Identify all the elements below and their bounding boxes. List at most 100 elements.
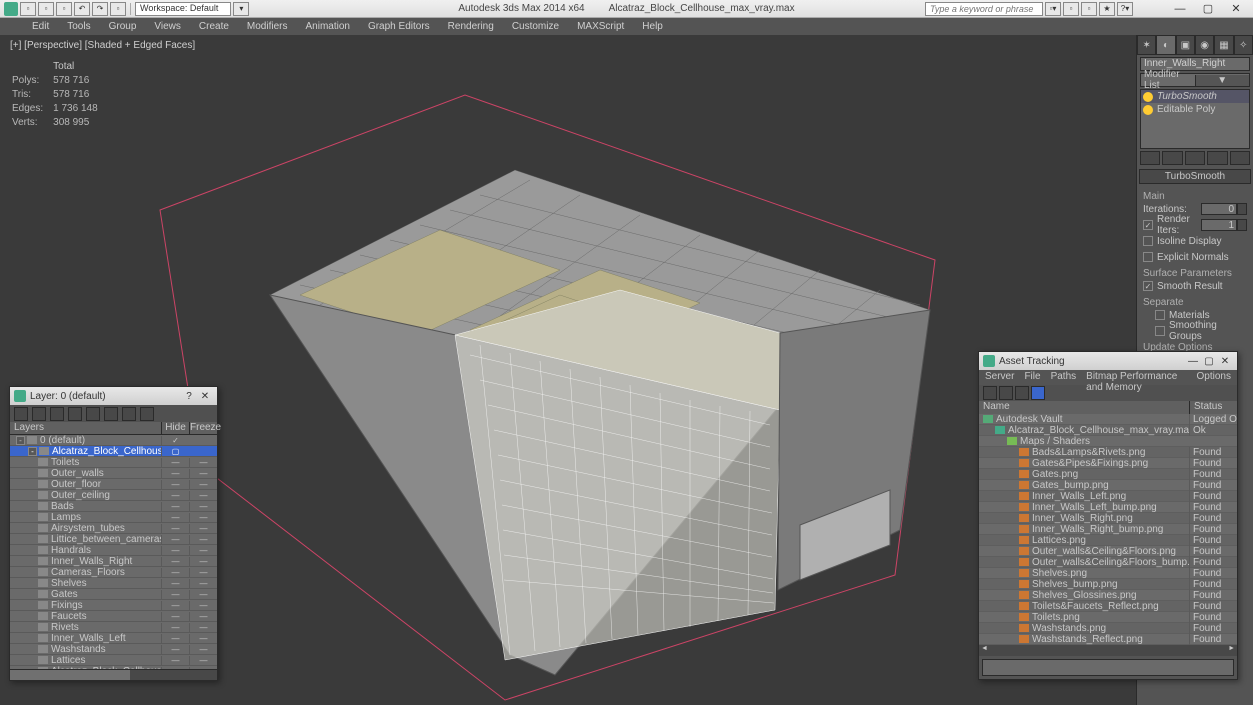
layer-row[interactable]: Handrals—— (10, 545, 217, 556)
window-maximize[interactable]: ▢ (1195, 2, 1221, 16)
layer-row[interactable]: Fixings—— (10, 600, 217, 611)
stack-pin[interactable] (1140, 151, 1160, 165)
asset-maximize[interactable]: ▢ (1201, 356, 1217, 367)
menu-graph-editors[interactable]: Graph Editors (360, 19, 438, 34)
menu-animation[interactable]: Animation (297, 19, 357, 34)
menu-modifiers[interactable]: Modifiers (239, 19, 296, 34)
layer-tool-8[interactable] (140, 407, 154, 421)
layer-tool-1[interactable] (14, 407, 28, 421)
layer-tool-6[interactable] (104, 407, 118, 421)
menu-edit[interactable]: Edit (24, 19, 57, 34)
menu-group[interactable]: Group (101, 19, 145, 34)
asset-row[interactable]: Shelves_bump.pngFound (979, 579, 1237, 590)
modifier-stack[interactable]: TurboSmoothEditable Poly (1140, 89, 1250, 149)
asset-row[interactable]: Gates_bump.pngFound (979, 480, 1237, 491)
stack-show[interactable] (1162, 151, 1182, 165)
qat-link[interactable]: ▫ (110, 2, 126, 16)
layer-row[interactable]: Inner_Walls_Right—— (10, 556, 217, 567)
asset-row[interactable]: Gates&Pipes&Fixings.pngFound (979, 458, 1237, 469)
help-dropdown[interactable]: ▫▾ (1045, 2, 1061, 16)
menu-maxscript[interactable]: MAXScript (569, 19, 632, 34)
asset-menu-server[interactable]: Server (985, 371, 1014, 384)
qat-open[interactable]: ▫ (38, 2, 54, 16)
asset-close[interactable]: ✕ (1217, 356, 1233, 367)
qat-redo[interactable]: ↷ (92, 2, 108, 16)
asset-menu-bitmap-performance-and-memory[interactable]: Bitmap Performance and Memory (1086, 371, 1186, 384)
qat-undo[interactable]: ↶ (74, 2, 90, 16)
layer-row[interactable]: Rivets—— (10, 622, 217, 633)
asset-row[interactable]: Outer_walls&Ceiling&Floors.pngFound (979, 546, 1237, 557)
layer-col-freeze[interactable]: Freeze (189, 422, 217, 434)
layer-tool-4[interactable] (68, 407, 82, 421)
layer-row[interactable]: Littice_between_cameras—— (10, 534, 217, 545)
materials-checkbox[interactable] (1155, 310, 1165, 320)
layer-tool-5[interactable] (86, 407, 100, 421)
tab-motion[interactable]: ◉ (1195, 35, 1214, 55)
tab-modify[interactable]: ◐ (1156, 35, 1175, 55)
asset-row[interactable]: Autodesk VaultLogged O (979, 414, 1237, 425)
layer-dialog-help[interactable]: ? (181, 391, 197, 402)
layer-dialog-close[interactable]: ✕ (197, 391, 213, 402)
layer-row[interactable]: Lattices—— (10, 655, 217, 666)
layer-row[interactable]: Washstands—— (10, 644, 217, 655)
asset-row[interactable]: Gates.pngFound (979, 469, 1237, 480)
layer-row[interactable]: Cameras_Floors—— (10, 567, 217, 578)
layer-row[interactable]: Inner_Walls_Left—— (10, 633, 217, 644)
layer-list[interactable]: -0 (default)✓-Alcatraz_Block_Cellhouse▢T… (10, 435, 217, 669)
render-iters-spinner[interactable]: 1 (1201, 219, 1237, 231)
smoothing-groups-checkbox[interactable] (1155, 326, 1165, 336)
layer-hscroll[interactable] (10, 669, 217, 680)
asset-menu-options[interactable]: Options (1197, 371, 1231, 384)
mod-editable-poly[interactable]: Editable Poly (1141, 103, 1249, 116)
asset-row[interactable]: Shelves_Glossines.pngFound (979, 590, 1237, 601)
layer-row[interactable]: Faucets—— (10, 611, 217, 622)
layer-col-hide[interactable]: Hide (161, 422, 189, 434)
layer-row[interactable]: Lamps—— (10, 512, 217, 523)
mod-turbosmooth[interactable]: TurboSmooth (1141, 90, 1249, 103)
isoline-checkbox[interactable] (1143, 236, 1153, 246)
asset-tool-4[interactable] (1031, 386, 1045, 400)
asset-tool-1[interactable] (983, 386, 997, 400)
asset-menu-paths[interactable]: Paths (1051, 371, 1077, 384)
asset-list[interactable]: Autodesk VaultLogged OAlcatraz_Block_Cel… (979, 414, 1237, 645)
asset-row[interactable]: Inner_Walls_Left_bump.pngFound (979, 502, 1237, 513)
tab-display[interactable]: ▦ (1214, 35, 1233, 55)
qat-save[interactable]: ▫ (56, 2, 72, 16)
infocenter-star[interactable]: ★ (1099, 2, 1115, 16)
asset-row[interactable]: Toilets.pngFound (979, 612, 1237, 623)
rollout-turbosmooth-header[interactable]: TurboSmooth (1139, 169, 1251, 184)
asset-row[interactable]: Toilets&Faucets_Reflect.pngFound (979, 601, 1237, 612)
layer-row[interactable]: -Alcatraz_Block_Cellhouse▢ (10, 446, 217, 457)
layer-row[interactable]: Outer_floor—— (10, 479, 217, 490)
iterations-spinner[interactable]: 0 (1201, 203, 1237, 215)
stack-remove[interactable] (1207, 151, 1227, 165)
asset-tool-2[interactable] (999, 386, 1013, 400)
render-iters-spin-arrows[interactable] (1237, 219, 1247, 231)
layer-row[interactable]: Airsystem_tubes—— (10, 523, 217, 534)
menu-rendering[interactable]: Rendering (440, 19, 502, 34)
layer-dialog[interactable]: Layer: 0 (default) ? ✕ Layers Hide Freez… (9, 386, 218, 681)
explicit-normals-checkbox[interactable] (1143, 252, 1153, 262)
asset-row[interactable]: Lattices.pngFound (979, 535, 1237, 546)
asset-menu-file[interactable]: File (1024, 371, 1040, 384)
workspace-dropdown[interactable]: ▾ (233, 2, 249, 16)
tab-create[interactable]: ✶ (1137, 35, 1156, 55)
layer-row[interactable]: Bads—— (10, 501, 217, 512)
workspace-selector[interactable]: Workspace: Default (135, 2, 231, 16)
asset-tool-3[interactable] (1015, 386, 1029, 400)
stack-config[interactable] (1230, 151, 1250, 165)
layer-row[interactable]: Toilets—— (10, 457, 217, 468)
asset-row[interactable]: Outer_walls&Ceiling&Floors_bump.pngFound (979, 557, 1237, 568)
asset-minimize[interactable]: — (1185, 356, 1201, 367)
asset-col-status[interactable]: Status (1189, 401, 1237, 414)
menu-create[interactable]: Create (191, 19, 237, 34)
asset-command-field[interactable] (982, 659, 1234, 676)
layer-tool-2[interactable] (32, 407, 46, 421)
search-input[interactable] (925, 2, 1043, 16)
layer-row[interactable]: Outer_walls—— (10, 468, 217, 479)
qat-new[interactable]: ▫ (20, 2, 36, 16)
asset-col-name[interactable]: Name (979, 401, 1189, 414)
modifier-list-dropdown[interactable]: Modifier List▼ (1140, 73, 1250, 87)
tab-hierarchy[interactable]: ▣ (1176, 35, 1195, 55)
layer-row[interactable]: Gates—— (10, 589, 217, 600)
